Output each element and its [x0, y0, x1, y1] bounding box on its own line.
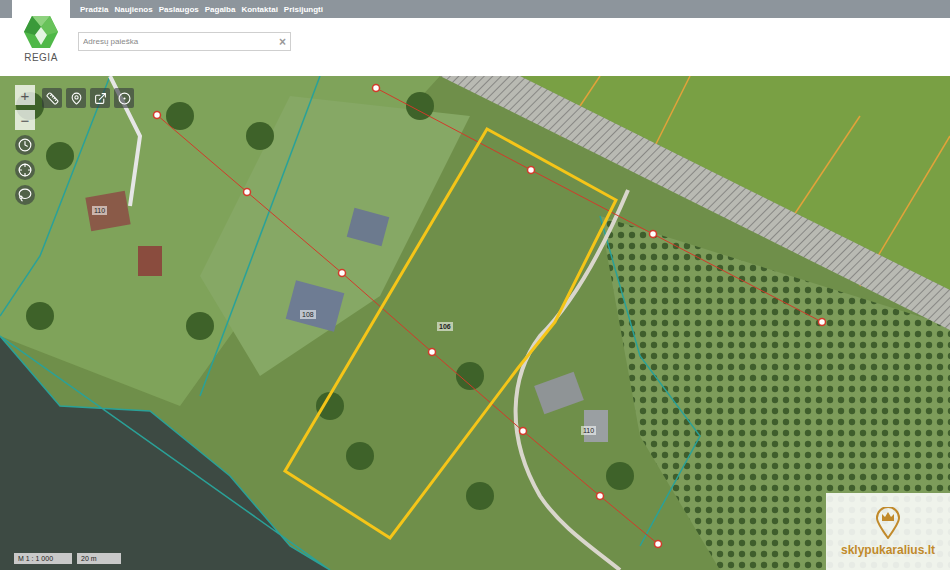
scale-distance: 20 m	[77, 553, 121, 564]
parcel-label[interactable]: 110	[92, 206, 107, 215]
target-icon[interactable]	[114, 88, 134, 108]
gem-icon	[23, 15, 59, 49]
boundary-point	[520, 428, 527, 435]
tree	[606, 462, 634, 490]
parcel-outline[interactable]	[285, 129, 616, 538]
nav-link[interactable]: Paslaugos	[159, 5, 199, 14]
zoom-in-button[interactable]: +	[15, 85, 35, 105]
nav-bar: Pradžia Naujienos Paslaugos Pagalba Kontakta…	[70, 0, 950, 18]
pin-icon[interactable]	[66, 88, 86, 108]
search-row: ×	[70, 18, 950, 51]
parcel-label[interactable]: 106	[437, 322, 453, 331]
scale-bar: M 1 : 1 000 20 m	[14, 553, 121, 564]
boundary-point	[597, 493, 604, 500]
parcel-label[interactable]: 108	[300, 310, 316, 319]
map-canvas[interactable]	[0, 76, 950, 570]
zoom-out-button[interactable]: −	[15, 110, 35, 130]
tree	[46, 142, 74, 170]
nav-link[interactable]: Kontaktai	[241, 5, 277, 14]
boundary-point	[429, 349, 436, 356]
logo[interactable]: REGIA	[12, 0, 70, 76]
map-tools: +−	[15, 85, 134, 205]
header: REGIA Pradžia Naujienos Paslaugos Pagalba Kon…	[0, 0, 950, 76]
history-icon[interactable]	[15, 135, 35, 155]
lawn	[200, 96, 470, 376]
app: REGIA Pradžia Naujienos Paslaugos Pagalba Kon…	[0, 0, 950, 570]
crown-pin-icon	[875, 507, 901, 539]
export-icon[interactable]	[90, 88, 110, 108]
boundary-point	[650, 231, 657, 238]
road	[440, 76, 950, 330]
tree	[246, 122, 274, 150]
scale-ratio: M 1 : 1 000	[14, 553, 72, 564]
crosshair-icon[interactable]	[15, 160, 35, 180]
boundary-point	[655, 541, 662, 548]
house	[286, 280, 345, 332]
tree	[186, 312, 214, 340]
map[interactable]: 110108106110+−M 1 : 1 00020 msklypukaral…	[0, 76, 950, 570]
house	[85, 191, 130, 231]
nav-link[interactable]: Naujienos	[114, 5, 152, 14]
nav-link[interactable]: Pagalba	[205, 5, 236, 14]
tool-column: +−	[15, 85, 35, 205]
house	[138, 246, 162, 276]
house	[534, 372, 584, 415]
tree	[466, 482, 494, 510]
search-input[interactable]	[83, 35, 279, 48]
boundary-point	[819, 319, 826, 326]
tree	[346, 442, 374, 470]
header-main: Pradžia Naujienos Paslaugos Pagalba Kontakta…	[70, 0, 950, 76]
watermark: sklypukaralius.lt	[826, 493, 950, 570]
lasso-icon[interactable]	[15, 185, 35, 205]
lake	[0, 336, 330, 570]
path	[516, 190, 628, 570]
boundary-point	[154, 112, 161, 119]
watermark-text: sklypukaralius.lt	[841, 543, 935, 557]
ruler-icon[interactable]	[42, 88, 62, 108]
logo-text: REGIA	[24, 52, 58, 63]
boundary-point	[528, 167, 535, 174]
house	[347, 208, 390, 246]
ground	[0, 76, 950, 570]
tree	[26, 302, 54, 330]
boundary-line	[157, 115, 658, 544]
parcel-label[interactable]: 110	[581, 426, 596, 435]
nav-link[interactable]: Prisijungti	[284, 5, 323, 14]
nav-link[interactable]: Pradžia	[80, 5, 108, 14]
boundary-point	[373, 85, 380, 92]
boundary-point	[244, 189, 251, 196]
search-box: ×	[78, 32, 291, 51]
boundary-point	[339, 270, 346, 277]
clear-button[interactable]: ×	[279, 36, 286, 48]
tool-row	[42, 85, 134, 205]
